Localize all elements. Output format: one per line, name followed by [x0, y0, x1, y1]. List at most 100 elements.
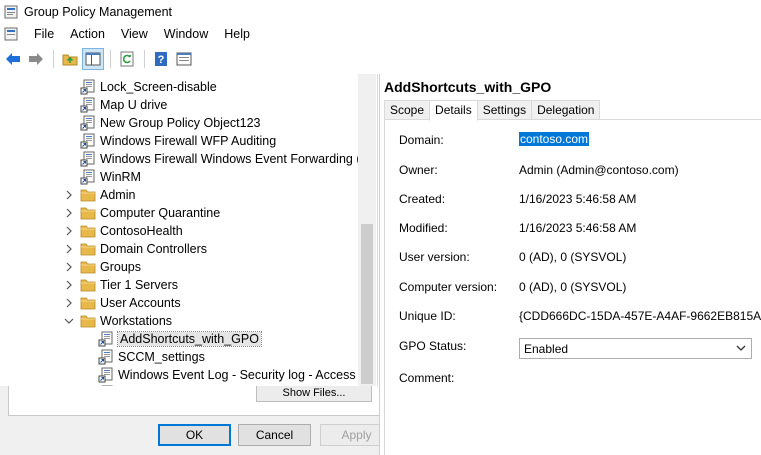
ou-folder-icon — [80, 241, 96, 257]
gpo-tree: Lock_Screen-disable Map U drive New Group … — [0, 76, 358, 392]
ou-folder-icon — [80, 277, 96, 293]
properties-button[interactable] — [173, 48, 195, 70]
tree-gpo-link-item[interactable]: AddShortcuts_with_GPO — [98, 330, 262, 348]
tree-item-label: ContosoHealth — [100, 224, 183, 238]
tree-item-label: User Accounts — [100, 296, 181, 310]
tree-ou-item[interactable]: Domain Controllers — [64, 240, 207, 258]
tree-ou-item[interactable]: ContosoHealth — [64, 222, 183, 240]
tree-item-label: New Group Policy Object123 — [100, 116, 261, 130]
tree-gpo-link-item[interactable]: Map U drive — [80, 96, 167, 114]
expand-chevron-right-icon[interactable] — [64, 244, 74, 254]
expand-chevron-right-icon[interactable] — [64, 208, 74, 218]
expand-chevron-right-icon[interactable] — [64, 280, 74, 290]
tab-delegation[interactable]: Delegation — [531, 100, 601, 120]
tree-item-label: Windows Event Log - Security log - Acces… — [118, 368, 358, 382]
svg-text:?: ? — [158, 54, 165, 66]
computer-version-label: Computer version: — [399, 280, 498, 294]
back-button[interactable] — [2, 48, 24, 70]
tree-item-label: Computer Quarantine — [100, 206, 221, 220]
domain-value[interactable]: contoso.com — [519, 132, 590, 146]
tree-ou-item[interactable]: Groups — [64, 258, 141, 276]
toolbar: ? — [0, 46, 761, 72]
tree-ou-item[interactable]: Tier 1 Servers — [64, 276, 178, 294]
gpo-link-icon — [80, 151, 96, 167]
owner-value[interactable]: Admin (Admin@contoso.com) — [519, 163, 679, 177]
details-tabs: Scope Details Settings Delegation — [384, 100, 601, 121]
user-version-value[interactable]: 0 (AD), 0 (SYSVOL) — [519, 250, 626, 264]
console-icon[interactable] — [4, 27, 18, 41]
tree-item-label: AddShortcuts_with_GPO — [117, 331, 262, 347]
ok-button[interactable]: OK — [158, 424, 231, 446]
expand-chevron-right-icon[interactable] — [64, 226, 74, 236]
ou-folder-icon — [80, 259, 96, 275]
gpo-title: AddShortcuts_with_GPO — [384, 79, 552, 95]
tree-scrollbar[interactable] — [358, 74, 376, 392]
tree-gpo-link-item[interactable]: Windows Firewall WFP Auditing — [80, 132, 276, 150]
gpo-link-icon — [80, 133, 96, 149]
tree-item-label: Windows Firewall WFP Auditing — [100, 134, 277, 148]
show-files-button[interactable]: Show Files... — [256, 386, 372, 402]
tree-item-label: Admin — [100, 188, 136, 202]
scrollbar-thumb[interactable] — [361, 224, 373, 384]
tree-ou-item[interactable]: User Accounts — [64, 294, 181, 312]
tree-gpo-link-item[interactable]: Lock_Screen-disable — [80, 78, 217, 96]
help-icon: ? — [155, 52, 167, 66]
tree-item-label: Map U drive — [100, 98, 168, 112]
expand-chevron-right-icon[interactable] — [64, 262, 74, 272]
cancel-button[interactable]: Cancel — [238, 424, 311, 446]
tab-details[interactable]: Details — [429, 100, 478, 121]
unique-id-label: Unique ID: — [399, 309, 456, 323]
tree-item-label: Groups — [100, 260, 141, 274]
tree-gpo-link-item[interactable]: New Group Policy Object123 — [80, 114, 261, 132]
tree-item-label: SCCM_settings — [118, 350, 205, 364]
expand-chevron-right-icon[interactable] — [64, 298, 74, 308]
tree-gpo-link-item[interactable]: SCCM_settings — [98, 348, 205, 366]
up-folder-button[interactable] — [59, 48, 81, 70]
back-icon — [6, 53, 20, 65]
created-label: Created: — [399, 192, 446, 206]
expand-chevron-right-icon[interactable] — [64, 190, 74, 200]
refresh-button[interactable] — [116, 48, 138, 70]
forward-button[interactable] — [25, 48, 47, 70]
created-value[interactable]: 1/16/2023 5:46:58 AM — [519, 192, 636, 206]
owner-label: Owner: — [399, 163, 438, 177]
tree-ou-item[interactable]: Admin — [64, 186, 135, 204]
menu-help[interactable]: Help — [216, 24, 258, 44]
ou-folder-icon — [80, 187, 96, 203]
gpo-status-label: GPO Status: — [399, 339, 467, 353]
help-button[interactable]: ? — [150, 48, 172, 70]
ou-folder-icon — [80, 313, 96, 329]
menu-window[interactable]: Window — [156, 24, 216, 44]
tree-item-label: WinRM — [100, 170, 141, 184]
tab-settings[interactable]: Settings — [476, 100, 533, 120]
properties-icon — [176, 52, 192, 66]
modified-value[interactable]: 1/16/2023 5:46:58 AM — [519, 221, 636, 235]
domain-label: Domain: — [399, 133, 444, 147]
tree-item-label: Domain Controllers — [100, 242, 207, 256]
menu-file[interactable]: File — [26, 24, 62, 44]
tree-ou-item[interactable]: Workstations — [64, 312, 172, 330]
ou-folder-icon — [80, 205, 96, 221]
expand-chevron-down-icon[interactable] — [64, 316, 74, 326]
gpo-link-icon — [80, 169, 96, 185]
tree-gpo-link-item[interactable]: WinRM — [80, 168, 141, 186]
tree-gpo-link-item[interactable]: Windows Event Log - Security log - Acces… — [98, 366, 358, 384]
toolbar-separator — [110, 50, 111, 68]
show-hide-tree-button[interactable] — [82, 48, 104, 70]
unique-id-value[interactable]: {CDD666DC-15DA-457E-A4AF-9662EB815A00} — [519, 309, 761, 323]
tree-item-label: Lock_Screen-disable — [100, 80, 217, 94]
computer-version-value[interactable]: 0 (AD), 0 (SYSVOL) — [519, 280, 626, 294]
menu-view[interactable]: View — [113, 24, 156, 44]
menu-action[interactable]: Action — [62, 24, 113, 44]
tree-ou-item[interactable]: Computer Quarantine — [64, 204, 220, 222]
tab-scope[interactable]: Scope — [384, 100, 431, 120]
forward-icon — [29, 53, 43, 65]
tree-gpo-link-item[interactable]: Windows Firewall Windows Event Forwardin… — [80, 150, 358, 168]
toolbar-separator — [53, 50, 54, 68]
gpo-link-icon — [98, 367, 114, 383]
up-folder-icon — [62, 54, 78, 66]
gpo-link-icon — [80, 97, 96, 113]
title-bar: Group Policy Management — [0, 0, 761, 24]
gpo-link-icon — [98, 349, 114, 365]
gpo-status-select[interactable]: Enabled — [519, 338, 752, 359]
